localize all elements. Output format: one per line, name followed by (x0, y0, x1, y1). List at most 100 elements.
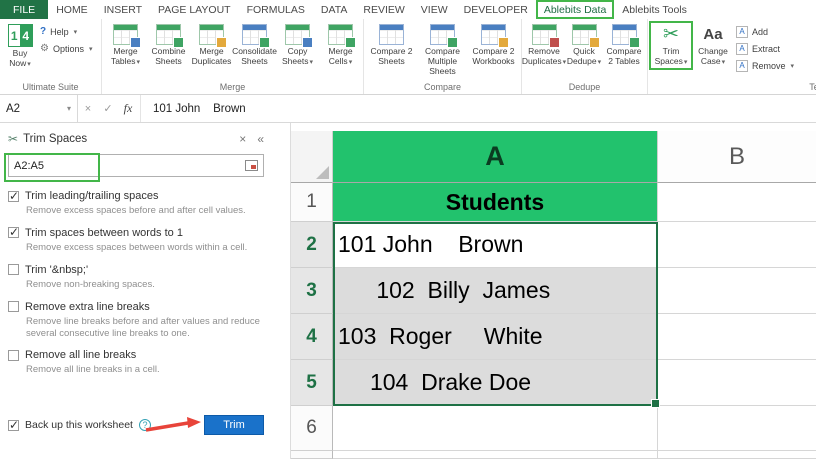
range-select-icon[interactable] (245, 160, 258, 171)
tab-view[interactable]: VIEW (413, 0, 456, 19)
checkbox[interactable] (8, 227, 19, 238)
pane-close-icon[interactable]: × (239, 132, 246, 146)
checkbox[interactable] (8, 264, 19, 275)
dropdown-arrow-icon: ▾ (137, 59, 141, 66)
insert-function-icon[interactable]: fx (118, 101, 138, 116)
change-case-button[interactable]: Aa Change Case▾ (692, 22, 734, 69)
help-button[interactable]: ?Help▾ (38, 24, 95, 39)
cell-B6[interactable] (658, 406, 816, 451)
pane-collapse-icon[interactable]: « (257, 132, 264, 146)
option-label[interactable]: Trim '&nbsp;' (25, 264, 88, 276)
cell-A2[interactable]: 101 John Brown (333, 222, 658, 268)
ribbon: 14 Buy Now▾ ?Help▾ ⚙Options▾ Ultimate Su… (0, 19, 816, 95)
row-header-3[interactable]: 3 (291, 268, 333, 314)
ablebits-logo-icon: 14 (8, 24, 33, 47)
copy-sheets-button[interactable]: Copy Sheets▾ (276, 22, 319, 69)
tab-data[interactable]: DATA (313, 0, 355, 19)
row-header-5[interactable]: 5 (291, 360, 333, 406)
checkbox[interactable] (8, 350, 19, 361)
tab-insert[interactable]: INSERT (96, 0, 150, 19)
tab-page-layout[interactable]: PAGE LAYOUT (150, 0, 239, 19)
ribbon-group-text: ✂ Trim Spaces▾ Aa Change Case▾ AAdd AExt… (648, 19, 816, 94)
option-description: Remove non-breaking spaces. (26, 279, 264, 291)
tab-file[interactable]: FILE (0, 0, 48, 19)
combine-sheets-icon (156, 24, 181, 45)
quick-dedupe-button[interactable]: Quick Dedupe▾ (564, 22, 604, 69)
options-button[interactable]: ⚙Options▾ (38, 41, 95, 56)
checkbox[interactable] (8, 301, 19, 312)
row-header-1[interactable]: 1 (291, 183, 333, 222)
merge-duplicates-button[interactable]: Merge Duplicates (190, 22, 233, 69)
select-all-corner[interactable] (291, 131, 333, 183)
cell-A5[interactable]: 104 Drake Doe (333, 360, 658, 406)
cell-B4[interactable] (658, 314, 816, 360)
cell-B7-partial[interactable] (658, 451, 816, 459)
compare-multiple-sheets-button[interactable]: Compare Multiple Sheets (417, 22, 468, 78)
dropdown-arrow-icon: ▾ (27, 61, 31, 68)
option-description: Remove line breaks before and after valu… (26, 316, 264, 340)
column-header-B[interactable]: B (658, 131, 816, 183)
tab-ablebits-tools[interactable]: Ablebits Tools (614, 0, 695, 19)
cell-B5[interactable] (658, 360, 816, 406)
dropdown-arrow-icon: ▾ (722, 59, 726, 66)
range-value[interactable]: A2:A5 (14, 160, 44, 172)
consolidate-sheets-icon (242, 24, 267, 45)
row-header-7-partial[interactable] (291, 451, 333, 459)
row-header-2[interactable]: 2 (291, 222, 333, 268)
option-description: Remove excess spaces before and after ce… (26, 205, 264, 217)
option-remove-extra-line-breaks: Remove extra line breaks Remove line bre… (8, 301, 264, 340)
range-input[interactable]: A2:A5 (8, 154, 264, 177)
compare-2-workbooks-button[interactable]: Compare 2 Workbooks (468, 22, 519, 69)
name-box-arrow-icon[interactable]: ▾ (67, 104, 71, 113)
extract-button[interactable]: AExtract (734, 41, 796, 56)
combine-sheets-button[interactable]: Combine Sheets (147, 22, 190, 69)
merge-cells-button[interactable]: Merge Cells▾ (319, 22, 362, 69)
option-trim-nbsp: Trim '&nbsp;' Remove non-breaking spaces… (8, 264, 264, 291)
row-header-6[interactable]: 6 (291, 406, 333, 451)
remove-duplicates-button[interactable]: Remove Duplicates▾ (524, 22, 564, 69)
cell-B1[interactable] (658, 183, 816, 222)
trim-button[interactable]: Trim (204, 415, 264, 435)
cell-A6[interactable] (333, 406, 658, 451)
option-description: Remove all line breaks in a cell. (26, 364, 264, 376)
consolidate-sheets-button[interactable]: Consolidate Sheets (233, 22, 276, 69)
option-label[interactable]: Trim spaces between words to 1 (25, 227, 183, 239)
formula-bar-value[interactable]: 101 John Brown (153, 103, 246, 115)
tab-developer[interactable]: DEVELOPER (456, 0, 536, 19)
cell-A3[interactable]: 102 Billy James (333, 268, 658, 314)
tab-ablebits-data[interactable]: Ablebits Data (536, 0, 614, 19)
app-window: FILE HOME INSERT PAGE LAYOUT FORMULAS DA… (0, 0, 816, 459)
option-label[interactable]: Trim leading/trailing spaces (25, 190, 158, 202)
name-box[interactable]: A2 ▾ (0, 95, 78, 122)
merge-tables-button[interactable]: Merge Tables▾ (104, 22, 147, 69)
remove-icon: A (736, 60, 748, 72)
column-header-A[interactable]: A (333, 131, 658, 183)
tab-home[interactable]: HOME (48, 0, 96, 19)
checkbox[interactable] (8, 420, 19, 431)
row-header-4[interactable]: 4 (291, 314, 333, 360)
formula-bar: A2 ▾ × ✓ fx 101 John Brown (0, 95, 816, 123)
cell-B3[interactable] (658, 268, 816, 314)
tab-formulas[interactable]: FORMULAS (239, 0, 313, 19)
checkbox[interactable] (8, 191, 19, 202)
cell-A7-partial[interactable] (333, 451, 658, 459)
compare-2-sheets-button[interactable]: Compare 2 Sheets (366, 22, 417, 69)
tab-review[interactable]: REVIEW (355, 0, 412, 19)
remove-button[interactable]: ARemove▾ (734, 58, 796, 73)
dropdown-arrow-icon: ▾ (309, 59, 313, 66)
scissors-icon: ✂ (8, 132, 18, 146)
red-arrow-annotation (144, 416, 202, 434)
backup-worksheet-option: Back up this worksheet ? (8, 419, 151, 431)
option-label[interactable]: Remove extra line breaks (25, 301, 150, 313)
cell-A1[interactable]: Students (333, 183, 658, 222)
cell-A4[interactable]: 103 Roger White (333, 314, 658, 360)
compare-2-tables-button[interactable]: Compare 2 Tables (604, 22, 644, 69)
option-label[interactable]: Remove all line breaks (25, 349, 136, 361)
cell-B2[interactable] (658, 222, 816, 268)
trim-spaces-button[interactable]: ✂ Trim Spaces▾ (650, 22, 692, 69)
add-button[interactable]: AAdd (734, 24, 796, 39)
enter-icon[interactable]: ✓ (98, 102, 118, 115)
buy-now-button[interactable]: 14 Buy Now▾ (2, 22, 38, 71)
cancel-icon[interactable]: × (78, 103, 98, 115)
backup-label[interactable]: Back up this worksheet (25, 419, 133, 431)
